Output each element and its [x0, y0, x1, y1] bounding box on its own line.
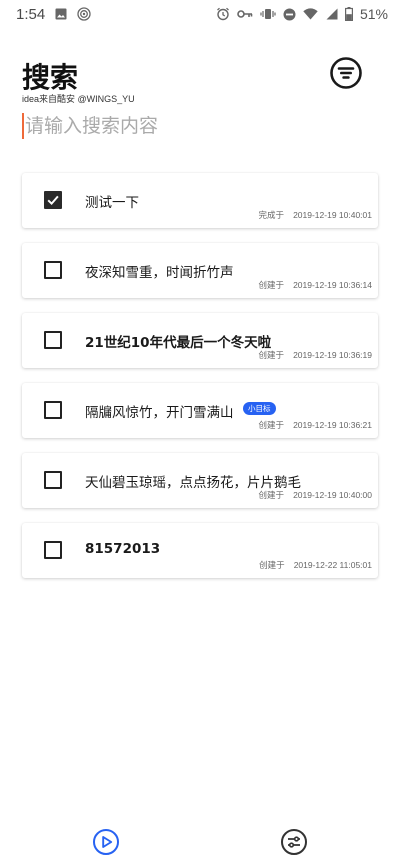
battery-percent: 51%	[359, 6, 388, 22]
goal-tag: 小目标	[243, 402, 276, 415]
battery-icon	[344, 7, 353, 21]
podcast-icon	[77, 7, 91, 21]
item-status: 创建于	[258, 350, 285, 360]
status-time: 1:54	[16, 5, 46, 23]
item-meta: 创建于 2019-12-19 10:36:14	[259, 279, 372, 291]
item-title: 21世纪10年代最后一个冬天啦	[85, 335, 272, 351]
item-time: 2019-12-19 10:40:00	[293, 490, 372, 500]
item-checkbox[interactable]	[44, 471, 62, 489]
play-button[interactable]	[92, 828, 120, 856]
item-title: 测试一下	[85, 195, 139, 211]
todo-list: 测试一下 完成于 2019-12-19 10:40:01 夜深知雪重，时闻折竹声 …	[22, 173, 378, 593]
item-checkbox[interactable]	[44, 261, 62, 279]
item-status: 完成于	[258, 210, 285, 220]
item-status: 创建于	[259, 560, 285, 570]
alarm-icon	[216, 7, 230, 21]
play-circle-icon	[93, 829, 119, 855]
list-item[interactable]: 夜深知雪重，时闻折竹声 创建于 2019-12-19 10:36:14	[22, 243, 378, 298]
filter-button[interactable]	[328, 55, 364, 91]
page-subtitle: idea来自酷安 @WINGS_YU	[22, 94, 135, 104]
filter-icon	[330, 57, 362, 89]
search-bar	[22, 110, 378, 142]
item-status: 创建于	[258, 280, 285, 290]
item-meta: 创建于 2019-12-19 10:40:00	[259, 489, 372, 501]
status-bar: 1:54 51%	[0, 0, 400, 28]
list-item[interactable]: 81572013 创建于 2019-12-22 11:05:01	[22, 523, 378, 578]
signal-icon	[325, 8, 338, 20]
header: 搜索 idea来自酷安 @WINGS_YU	[22, 52, 378, 104]
item-title: 天仙碧玉琼瑶，点点扬花，片片鹅毛	[85, 475, 301, 491]
image-icon	[55, 8, 67, 20]
item-title: 81572013	[85, 541, 161, 557]
page-title: 搜索	[22, 61, 79, 94]
item-time: 2019-12-19 10:36:21	[293, 420, 372, 430]
vibrate-icon	[260, 8, 276, 20]
item-meta: 完成于 2019-12-19 10:40:01	[259, 209, 372, 221]
item-time: 2019-12-19 10:36:19	[293, 350, 372, 360]
item-status: 创建于	[258, 420, 285, 430]
list-item[interactable]: 天仙碧玉琼瑶，点点扬花，片片鹅毛 创建于 2019-12-19 10:40:00	[22, 453, 378, 508]
list-item[interactable]: 测试一下 完成于 2019-12-19 10:40:01	[22, 173, 378, 228]
item-time: 2019-12-22 11:05:01	[293, 560, 372, 570]
item-meta: 创建于 2019-12-19 10:36:19	[259, 349, 372, 361]
item-checkbox[interactable]	[44, 541, 62, 559]
list-item[interactable]: 隔牖风惊竹，开门雪满山 小目标 创建于 2019-12-19 10:36:21	[22, 383, 378, 438]
item-title: 隔牖风惊竹，开门雪满山	[85, 405, 234, 421]
list-item[interactable]: 21世纪10年代最后一个冬天啦 创建于 2019-12-19 10:36:19	[22, 313, 378, 368]
search-input[interactable]	[24, 115, 354, 137]
settings-sliders-icon	[281, 829, 307, 855]
item-meta: 创建于 2019-12-19 10:36:21	[259, 419, 372, 431]
key-icon	[237, 9, 253, 19]
item-checkbox[interactable]	[44, 401, 62, 419]
item-status: 创建于	[258, 490, 285, 500]
item-title: 夜深知雪重，时闻折竹声	[85, 265, 234, 281]
item-meta: 创建于 2019-12-22 11:05:01	[259, 559, 372, 571]
item-time: 2019-12-19 10:36:14	[293, 280, 372, 290]
wifi-icon	[303, 8, 318, 20]
bottom-nav	[0, 822, 400, 862]
item-checkbox[interactable]	[44, 191, 62, 209]
settings-button[interactable]	[280, 828, 308, 856]
item-checkbox[interactable]	[44, 331, 62, 349]
do-not-disturb-icon	[283, 8, 296, 21]
item-time: 2019-12-19 10:40:01	[293, 210, 372, 220]
check-icon	[47, 195, 59, 206]
